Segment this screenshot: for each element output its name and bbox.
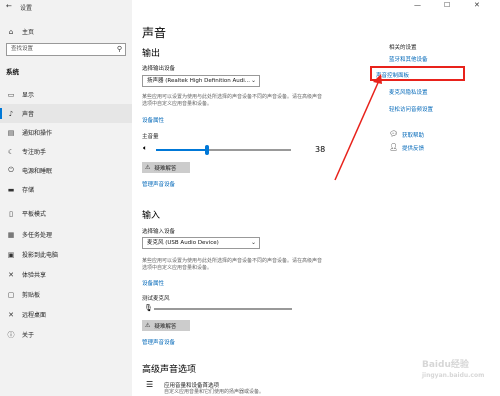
sidebar-item-storage[interactable]: ▬ 存储 (0, 180, 132, 199)
sidebar-item-label: 通知和操作 (22, 130, 53, 137)
sidebar: ← 设置 ⌂ 主页 查找设置 ⚲ 系统 ▭ 显示 ♪ 声音 ▤ 通知和操作 ☾ … (0, 0, 132, 396)
maximize-button[interactable]: ☐ (444, 1, 450, 9)
sidebar-item-label: 投影到此电脑 (22, 252, 59, 259)
sidebar-item-label: 多任务处理 (22, 232, 53, 239)
multitask-icon: ▦ (7, 230, 15, 239)
speaker-icon: ♪ (8, 109, 14, 118)
help-icon: 💬︎ (389, 130, 398, 138)
sidebar-home-label: 主页 (22, 29, 35, 36)
sidebar-item-label: 剪贴板 (22, 292, 41, 299)
speaker-icon[interactable]: 🔈︎ (143, 144, 147, 153)
give-feedback-link[interactable]: 提供反馈 (402, 144, 424, 152)
app-volume-icon[interactable]: ☰ (146, 380, 153, 389)
related-settings-heading: 相关的设置 (389, 45, 417, 51)
window-title: 设置 (20, 5, 33, 12)
sidebar-item-shared-experiences[interactable]: ✕ 体验共享 (0, 265, 132, 284)
mic-level-bar (154, 308, 292, 310)
sidebar-item-label: 关于 (22, 332, 35, 339)
output-heading: 输出 (142, 49, 161, 59)
sidebar-item-clipboard[interactable]: ▢ 剪贴板 (0, 285, 132, 304)
input-description: 某些应用可以设置为使用与此处所选择的声音设备不同的声音设备。请在高级声音选项中自… (142, 258, 323, 271)
close-button[interactable]: ✕ (474, 1, 480, 9)
minimize-button[interactable]: — (414, 1, 421, 9)
info-icon: ⓘ (7, 330, 15, 339)
sidebar-item-focus-assist[interactable]: ☾ 专注助手 (0, 142, 132, 161)
input-manage-devices-link[interactable]: 管理声音设备 (142, 338, 175, 346)
troubleshoot-label: 疑难解答 (154, 323, 177, 330)
related-link-bluetooth[interactable]: 蓝牙和其他设备 (389, 55, 428, 63)
troubleshoot-label: 疑难解答 (154, 165, 177, 172)
sidebar-item-label: 显示 (22, 92, 35, 99)
output-troubleshoot-button[interactable]: ⚠ 疑难解答 (142, 162, 190, 173)
sidebar-item-label: 专注助手 (22, 149, 47, 156)
related-link-microphone-privacy[interactable]: 麦克风隐私设置 (389, 88, 428, 96)
projector-icon: ▣ (7, 250, 15, 259)
sidebar-item-label: 存储 (22, 187, 35, 194)
search-icon: ⚲ (116, 45, 122, 53)
power-icon: ⏻ (8, 166, 14, 174)
annotation-arrow (334, 74, 382, 181)
sidebar-item-sound[interactable]: ♪ 声音 (0, 104, 132, 123)
output-device-value: 扬声器 (Realtek High Definition Audi... (147, 78, 251, 84)
volume-value: 38 (315, 145, 326, 154)
advanced-heading: 高级声音选项 (142, 365, 197, 375)
sidebar-section-label: 系统 (6, 68, 19, 76)
sidebar-item-remote-desktop[interactable]: ✕ 远程桌面 (0, 305, 132, 324)
storage-icon: ▬ (7, 185, 15, 194)
warning-icon: ⚠ (145, 164, 151, 171)
output-manage-devices-link[interactable]: 管理声音设备 (142, 180, 175, 188)
warning-icon: ⚠ (145, 322, 151, 329)
chevron-down-icon: ⌄ (250, 77, 256, 84)
volume-slider-fill (156, 149, 207, 151)
page-title: 声音 (142, 26, 167, 40)
related-link-ease-of-access-audio[interactable]: 轻松访问音频设置 (389, 105, 433, 113)
sidebar-item-label: 声音 (22, 111, 35, 118)
sidebar-item-tablet-mode[interactable]: ▯ 平板模式 (0, 204, 132, 223)
get-help-link[interactable]: 获取帮助 (402, 131, 424, 139)
sidebar-item-label: 平板模式 (22, 211, 47, 218)
volume-slider-thumb[interactable] (205, 145, 209, 155)
back-arrow-icon[interactable]: ← (6, 2, 12, 10)
moon-icon: ☾ (7, 147, 15, 156)
sidebar-item-projecting[interactable]: ▣ 投影到此电脑 (0, 245, 132, 264)
input-device-select[interactable]: 麦克风 (USB Audio Device) ⌄ (142, 237, 260, 249)
sidebar-item-multitasking[interactable]: ▦ 多任务处理 (0, 225, 132, 244)
sidebar-item-label: 体验共享 (22, 272, 47, 279)
input-troubleshoot-button[interactable]: ⚠ 疑难解答 (142, 320, 190, 331)
test-microphone-label: 测试麦克风 (142, 296, 170, 302)
clipboard-icon: ▢ (7, 290, 15, 299)
share-icon: ✕ (8, 270, 14, 279)
display-icon: ▭ (7, 90, 15, 99)
sidebar-item-notifications[interactable]: ▤ 通知和操作 (0, 123, 132, 142)
notification-icon: ▤ (7, 128, 15, 137)
microphone-icon: 🎙︎ (144, 304, 153, 312)
search-placeholder: 查找设置 (11, 46, 34, 52)
input-device-value: 麦克风 (USB Audio Device) (147, 240, 219, 246)
sidebar-item-display[interactable]: ▭ 显示 (0, 85, 132, 104)
chevron-down-icon: ⌄ (250, 239, 256, 246)
sidebar-item-label: 电源和睡眠 (22, 168, 53, 175)
sidebar-item-about[interactable]: ⓘ 关于 (0, 325, 132, 344)
search-input[interactable]: 查找设置 ⚲ (6, 43, 126, 56)
sidebar-item-power[interactable]: ⏻ 电源和睡眠 (0, 161, 132, 180)
input-device-label: 选择输入设备 (142, 229, 176, 235)
output-device-label: 选择输出设备 (142, 66, 176, 72)
main-content: — ☐ ✕ 声音 输出 选择输出设备 扬声器 (Realtek High Def… (132, 0, 500, 396)
sidebar-home[interactable]: ⌂ 主页 (0, 22, 132, 41)
tablet-icon: ▯ (9, 209, 13, 218)
feedback-icon: 👤︎ (389, 143, 398, 151)
home-icon: ⌂ (8, 27, 14, 36)
remote-desktop-icon: ✕ (8, 310, 14, 319)
volume-label: 主音量 (142, 134, 159, 140)
input-device-properties-link[interactable]: 设备属性 (142, 279, 164, 287)
sidebar-item-label: 远程桌面 (22, 312, 47, 319)
output-device-select[interactable]: 扬声器 (Realtek High Definition Audi... ⌄ (142, 75, 260, 87)
output-description: 某些应用可以设置为使用与此处所选择的声音设备不同的声音设备。请在高级声音选项中自… (142, 94, 323, 107)
input-heading: 输入 (142, 211, 161, 221)
app-volume-title[interactable]: 应用音量和设备首选项 (164, 381, 219, 389)
output-device-properties-link[interactable]: 设备属性 (142, 116, 164, 124)
watermark-logo: Baidu经验 jingyan.baidu.com (422, 360, 485, 379)
app-volume-desc: 自定义应用音量和它们使用的扬声器或设备。 (164, 389, 265, 395)
